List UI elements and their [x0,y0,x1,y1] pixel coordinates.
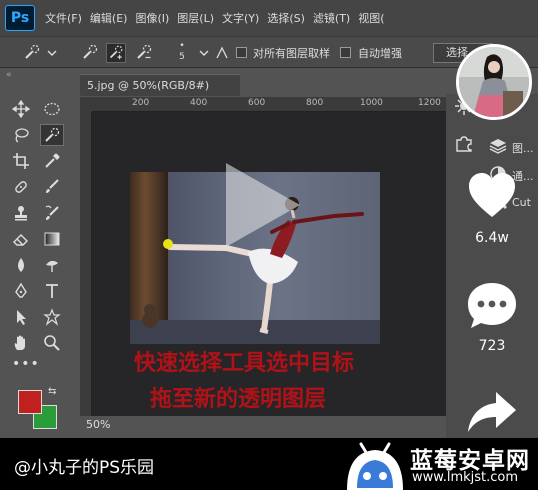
menu-view[interactable]: 视图( [358,10,384,26]
subtitle-line-1: 快速选择工具选中目标 [133,351,354,376]
quick-selection-tool-icon[interactable] [40,124,64,146]
foreground-color-swatch[interactable] [18,390,42,414]
marquee-ellipse-icon[interactable] [40,98,64,120]
subtitle-line-2: 拖至新的透明图层 [150,387,327,412]
ruler-corner [80,97,92,112]
like-heart-icon[interactable] [466,170,518,222]
vertical-ruler [80,112,92,416]
chevron-down-icon[interactable] [42,43,62,63]
history-brush-icon[interactable] [40,202,64,224]
menu-items: 文件(F) 编辑(E) 图像(I) 图层(L) 文字(Y) 选择(S) 滤镜(T… [45,10,393,26]
auto-enhance-checkbox[interactable] [340,47,351,58]
zoom-tool-icon[interactable] [40,332,64,354]
panel-layers-label[interactable]: 图... [512,140,534,156]
brush-size-picker[interactable]: • 5 [176,41,188,63]
gradient-tool-icon[interactable] [40,228,64,250]
photoshop-window: Ps 文件(F) 编辑(E) 图像(I) 图层(L) 文字(Y) 选择(S) 滤… [0,0,538,438]
new-selection-icon[interactable] [80,43,100,63]
creator-avatar[interactable] [456,44,532,120]
ruler-label: 1200 [418,98,441,108]
move-tool-icon[interactable] [9,98,33,120]
tools-panel: « ••• ⇆ [0,68,76,438]
pen-tool-icon[interactable] [9,280,33,302]
creator-handle[interactable]: @小丸子的PS乐园 [14,453,154,478]
menu-layer[interactable]: 图层(L) [177,10,214,26]
lasso-tool-icon[interactable] [9,124,33,146]
comment-bubble-icon[interactable] [466,280,518,332]
menu-file[interactable]: 文件(F) [45,10,82,26]
hand-tool-icon[interactable] [9,332,33,354]
type-tool-icon[interactable] [40,280,64,302]
menu-bar: Ps 文件(F) 编辑(E) 图像(I) 图层(L) 文字(Y) 选择(S) 滤… [0,0,538,36]
brush-tool-icon[interactable] [40,176,64,198]
ruler-label: 800 [306,98,324,108]
blur-tool-icon[interactable] [9,254,33,276]
document-tab[interactable]: 5.jpg @ 50%(RGB/8#) [80,74,240,96]
subtract-from-selection-icon[interactable] [134,43,154,63]
ruler-label: 600 [248,98,266,108]
crop-tool-icon[interactable] [9,150,33,172]
custom-shape-icon[interactable] [40,306,64,328]
healing-brush-icon[interactable] [9,176,33,198]
ruler-label: 400 [190,98,208,108]
android-logo-icon [343,436,407,490]
play-icon[interactable] [226,163,300,247]
layers-icon[interactable] [488,136,508,156]
share-arrow-icon[interactable] [466,386,518,438]
horizontal-ruler: 200 400 600 800 1000 1200 [92,97,446,112]
auto-enhance-label: 自动增强 [358,47,402,60]
add-to-selection-icon[interactable] [106,43,126,63]
menu-image[interactable]: 图像(I) [135,10,169,26]
menu-edit[interactable]: 编辑(E) [90,10,128,26]
plugin-puzzle-icon[interactable] [454,134,474,154]
options-bar: • 5 对所有图层取样 自动增强 选择 [0,36,538,68]
path-selection-icon[interactable] [9,306,33,328]
comment-count: 723 [478,338,506,354]
swap-colors-icon[interactable]: ⇆ [48,386,56,397]
panel-collapse-icon[interactable]: « [6,70,12,80]
like-count: 6.4w [475,230,509,246]
menu-select[interactable]: 选择(S) [267,10,305,26]
menu-filter[interactable]: 滤镜(T) [313,10,350,26]
eyedropper-tool-icon[interactable] [40,150,64,172]
brush-dot-icon: • [179,41,185,51]
zoom-level[interactable]: 50% [86,418,110,431]
clone-stamp-icon[interactable] [9,202,33,224]
quick-select-preset-icon[interactable] [22,43,42,63]
dodge-tool-icon[interactable] [40,254,64,276]
brush-chevron-down-icon[interactable] [194,43,214,63]
brush-angle-icon[interactable] [212,43,232,63]
avatar-photo [459,47,529,117]
photoshop-logo: Ps [5,5,35,31]
more-tools-icon[interactable]: ••• [12,356,40,372]
sample-all-layers-label: 对所有图层取样 [253,47,330,60]
brush-size-value: 5 [179,52,185,62]
ruler-label: 200 [132,98,150,108]
ruler-label: 1000 [360,98,383,108]
sample-all-layers-checkbox[interactable] [236,47,247,58]
menu-type[interactable]: 文字(Y) [222,10,259,26]
watermark-url: www.lmkjst.com [412,470,519,485]
eraser-tool-icon[interactable] [9,228,33,250]
